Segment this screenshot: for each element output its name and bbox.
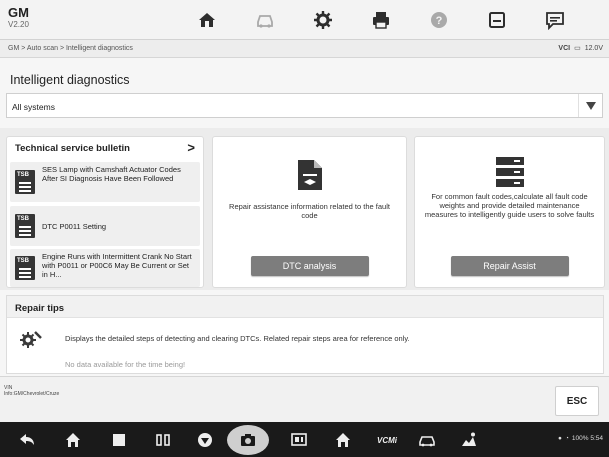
square-icon	[113, 434, 125, 446]
browser-icon	[198, 433, 212, 447]
tsb-item[interactable]: TSB Engine Runs with Intermittent Crank …	[10, 249, 200, 287]
page-title: Intelligent diagnostics	[10, 73, 130, 87]
settings-button[interactable]	[295, 4, 351, 35]
house-icon	[66, 433, 80, 447]
vehicle-button[interactable]	[237, 4, 293, 35]
breadcrumb-bar: GM > Auto scan > Intelligent diagnostics…	[0, 40, 609, 58]
system-select[interactable]: All systems	[6, 93, 603, 118]
tsb-icon-label: TSB	[17, 258, 29, 264]
remote-expert-icon	[462, 432, 476, 446]
status-area: VCI ▭ 12.0V	[558, 44, 603, 53]
document-wrench-icon	[297, 160, 322, 190]
home-nav-button[interactable]	[62, 431, 84, 449]
repair-assist-button[interactable]: Repair Assist	[450, 256, 569, 276]
tsb-item-text: DTC P0011 Setting	[42, 222, 107, 231]
tsb-document-icon: TSB	[15, 214, 35, 238]
tsb-item-text: Engine Runs with Intermittent Crank No S…	[42, 252, 192, 279]
vehicle-connect-button[interactable]	[416, 431, 438, 449]
car-icon	[419, 436, 435, 447]
help-button[interactable]: ?	[411, 4, 467, 35]
tsb-document-icon: TSB	[15, 256, 35, 280]
camera-icon	[241, 434, 255, 446]
repair-tips-header: Repair tips	[7, 296, 603, 318]
tsb-icon-label: TSB	[17, 172, 29, 178]
dtc-analysis-button[interactable]: DTC analysis	[250, 256, 369, 276]
brand-name: GM	[8, 5, 29, 20]
system-status: ● ◔ 100% 5:54	[558, 435, 603, 442]
tsb-card: Technical service bulletin > TSB SES Lam…	[6, 136, 204, 288]
repair-assist-card: For common fault codes,calculate all fau…	[414, 136, 605, 288]
vehicle-info-text: Info:GM/Chevrolet/Cruze	[4, 391, 60, 397]
top-toolbar: GM V2.20 ?	[0, 0, 609, 40]
repair-tips-text: Displays the detailed steps of detecting…	[65, 334, 410, 343]
save-button[interactable]	[469, 4, 525, 35]
system-nav-bar: VCMi ● ◔ 100% 5:54	[0, 422, 609, 457]
system-status-text: 100% 5:54	[571, 435, 603, 442]
screenshot-button[interactable]	[227, 425, 269, 455]
screen-record-icon	[291, 433, 307, 446]
dtc-analysis-card: Repair assistance information related to…	[212, 136, 407, 288]
message-button[interactable]	[527, 4, 583, 35]
server-stack-icon	[495, 157, 524, 187]
diagnostic-home-icon	[336, 433, 350, 447]
home-button[interactable]	[179, 4, 235, 35]
tsb-header[interactable]: Technical service bulletin >	[7, 137, 203, 159]
dtc-card-description: Repair assistance information related to…	[229, 202, 390, 220]
vcmi-button[interactable]: VCMi	[372, 431, 402, 449]
location-icon: ●	[558, 435, 562, 442]
tsb-item-text: SES Lamp with Camshaft Actuator Codes Af…	[42, 165, 181, 183]
chevron-right-icon: >	[187, 140, 195, 155]
split-icon	[156, 434, 170, 446]
repair-card-description: For common fault codes,calculate all fau…	[424, 192, 595, 219]
screen-record-button[interactable]	[288, 431, 310, 449]
vci-indicator: VCI	[558, 44, 571, 52]
settings-icon	[314, 10, 332, 29]
breadcrumb: GM > Auto scan > Intelligent diagnostics	[8, 45, 133, 52]
gear-wrench-icon	[20, 331, 42, 348]
tsb-item[interactable]: TSB SES Lamp with Camshaft Actuator Code…	[10, 162, 200, 202]
tsb-title: Technical service bulletin	[15, 142, 130, 154]
tsb-document-icon: TSB	[15, 170, 35, 194]
repair-tips-panel: Repair tips Displays the detailed steps …	[6, 295, 604, 374]
remote-expert-button[interactable]	[458, 431, 480, 449]
svg-text:?: ?	[436, 15, 443, 27]
browser-button[interactable]	[194, 431, 216, 449]
repair-tips-empty: No data available for the time being!	[65, 360, 186, 369]
print-button[interactable]	[353, 4, 409, 35]
battery-voltage: 12.0V	[584, 44, 603, 52]
print-icon	[373, 11, 389, 29]
tsb-icon-label: TSB	[17, 216, 29, 222]
main-panel: Intelligent diagnostics All systems Tech…	[0, 58, 609, 376]
tsb-item[interactable]: TSB DTC P0011 Setting	[10, 206, 200, 246]
software-version: V2.20	[8, 20, 29, 29]
battery-icon: ▭	[574, 45, 581, 52]
brand-block: GM V2.20	[8, 6, 29, 30]
message-icon	[546, 11, 564, 30]
wifi-icon: ◔	[564, 435, 569, 442]
save-icon	[489, 11, 505, 28]
vcmi-label: VCMi	[377, 435, 397, 445]
repair-tips-title: Repair tips	[15, 303, 65, 314]
back-button[interactable]	[16, 431, 38, 449]
home-icon	[199, 12, 215, 27]
help-icon: ?	[431, 11, 447, 28]
recent-apps-button[interactable]	[108, 431, 130, 449]
esc-button[interactable]: ESC	[555, 386, 599, 416]
diagnostic-home-button[interactable]	[332, 431, 354, 449]
back-arrow-icon	[20, 434, 34, 445]
bottom-bar: VIN Info:GM/Chevrolet/Cruze ESC	[0, 376, 609, 422]
split-screen-button[interactable]	[152, 431, 174, 449]
dropdown-arrow-icon[interactable]	[578, 94, 602, 117]
vehicle-info: VIN Info:GM/Chevrolet/Cruze	[4, 385, 59, 397]
system-select-value: All systems	[12, 102, 55, 112]
vehicle-icon	[257, 14, 273, 28]
